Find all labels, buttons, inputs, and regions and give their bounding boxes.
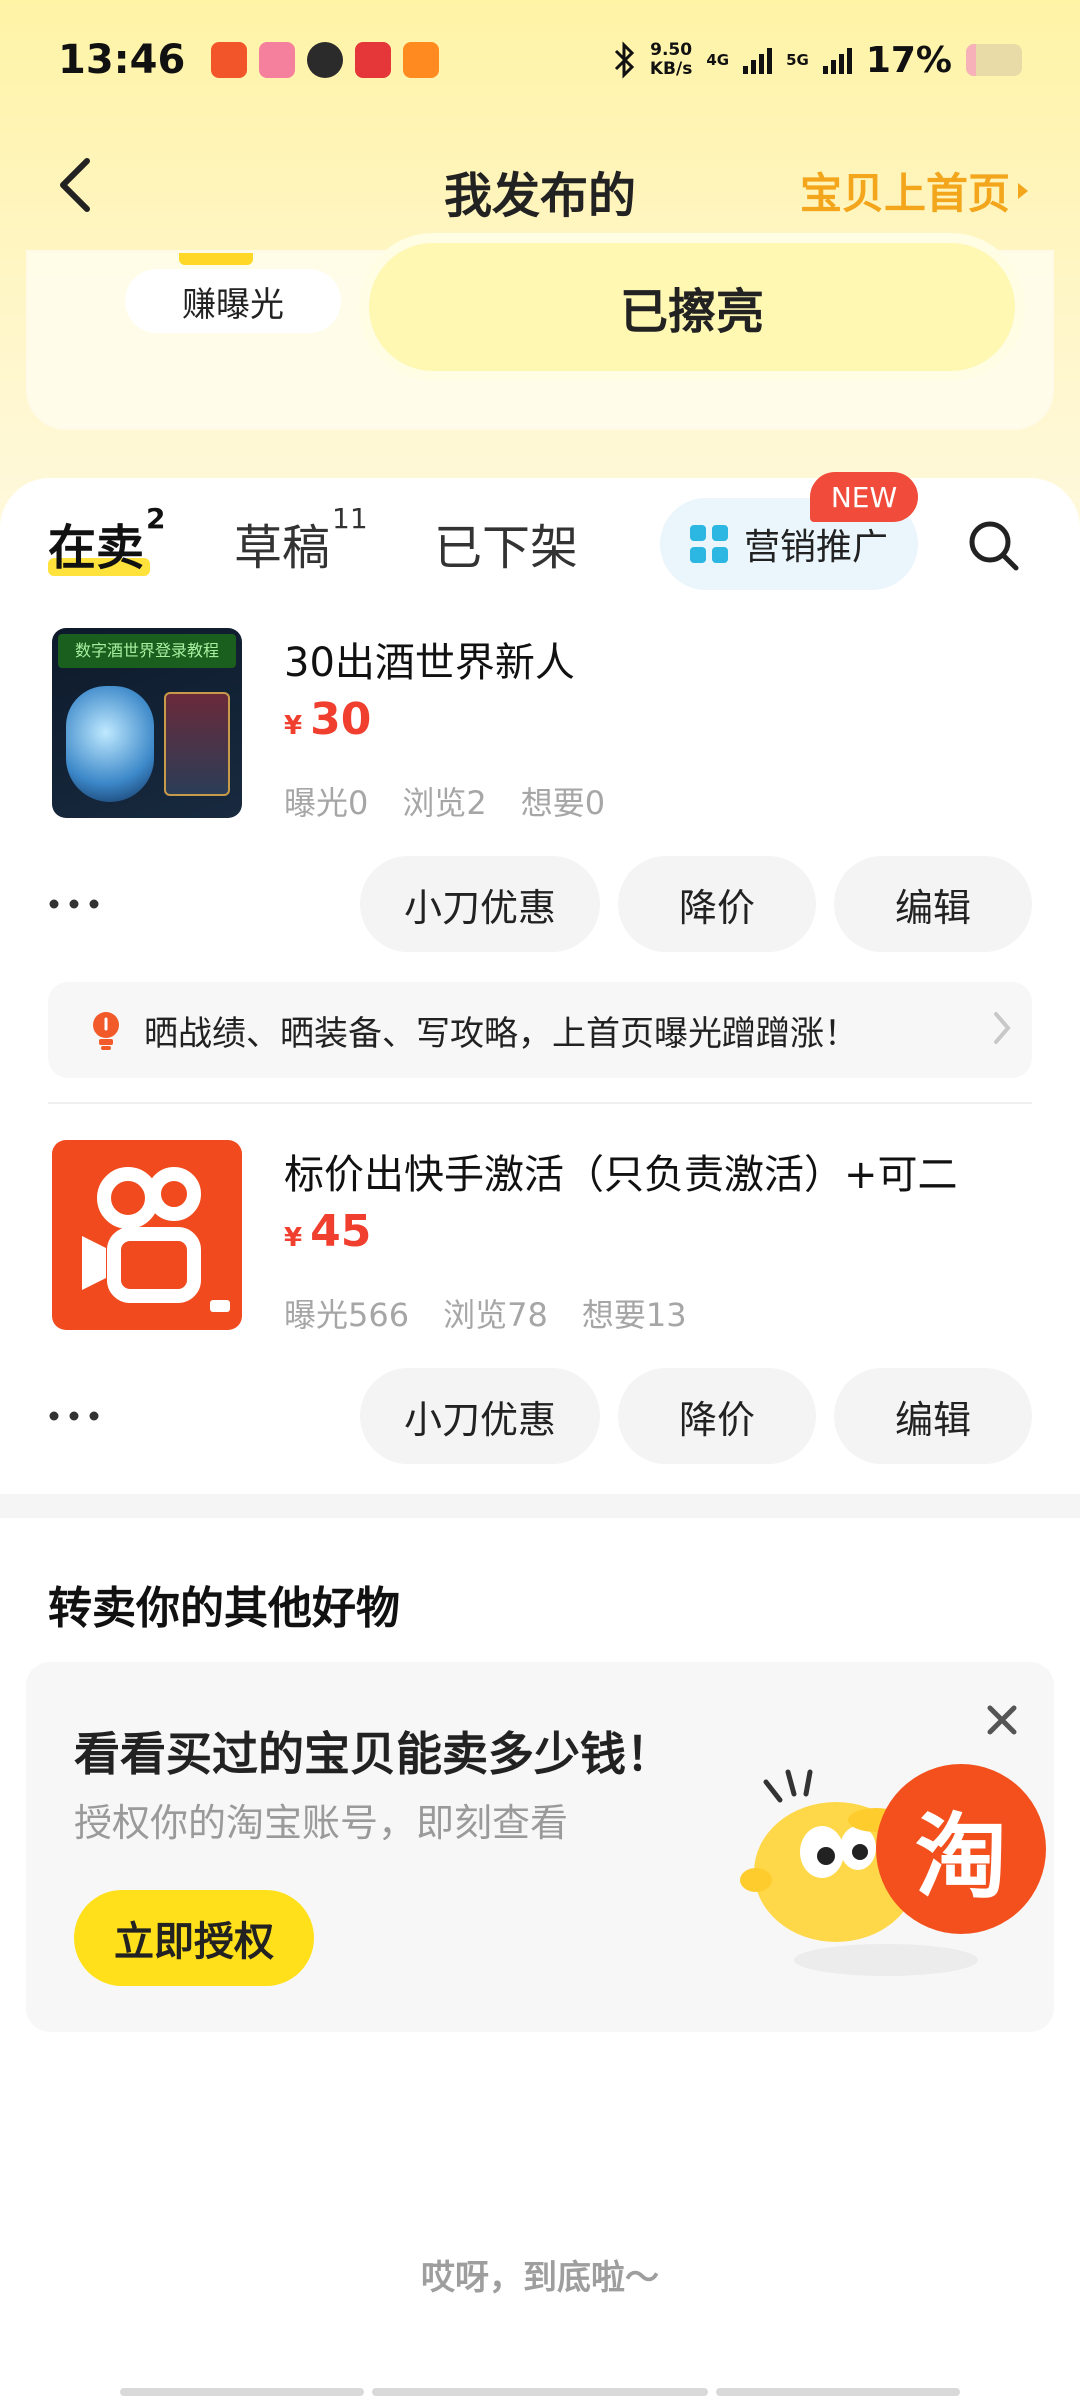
- nav-bar: 我发布的 宝贝上首页: [0, 130, 1080, 240]
- triangle-right-icon: [1018, 182, 1028, 199]
- edit-button[interactable]: 编辑: [834, 1368, 1032, 1464]
- item-divider: [48, 1102, 1032, 1104]
- status-bar: 13:46 9.50 KB/s 4G 5G 17%: [0, 0, 1080, 120]
- promo-tag-accent: [179, 253, 253, 265]
- gesture-bar-segment: [372, 2388, 708, 2396]
- signal-bars-icon-2: [822, 46, 852, 74]
- new-badge: NEW: [810, 472, 918, 522]
- app-notification-icon: [211, 42, 248, 78]
- search-button[interactable]: [962, 514, 1026, 578]
- item-title[interactable]: 30出酒世界新人: [284, 630, 575, 688]
- small-discount-button[interactable]: 小刀优惠: [360, 1368, 600, 1464]
- tip-text: 晒战绩、晒装备、写攻略，上首页曝光蹭蹭涨！: [144, 1013, 858, 1054]
- exposure-promo-card: 赚曝光 已擦亮: [26, 233, 1054, 430]
- polished-button[interactable]: 已擦亮: [359, 233, 1025, 381]
- earn-exposure-button[interactable]: 赚曝光: [125, 269, 341, 333]
- end-of-list-text: 哎呀，到底啦～: [421, 2258, 659, 2298]
- edit-button[interactable]: 编辑: [834, 856, 1032, 952]
- home-page-link-label: 宝贝上首页: [799, 169, 1010, 218]
- item-price: ¥30: [284, 694, 372, 745]
- close-button[interactable]: [980, 1698, 1024, 1742]
- kuaishou-logo-icon: [82, 1167, 230, 1312]
- pay-notification-icon: [355, 42, 392, 78]
- listing-item[interactable]: 标价出快手激活（只负责激活）+可二 ¥45 曝光566 浏览78 想要13 小刀…: [48, 1140, 1032, 1470]
- reduce-price-button[interactable]: 降价: [618, 1368, 816, 1464]
- item-stats: 曝光566 浏览78 想要13: [284, 1290, 687, 1336]
- status-time: 13:46: [58, 37, 186, 83]
- signal-label-4g: 4G: [706, 51, 730, 69]
- stat-wants: 想要13: [581, 1296, 687, 1334]
- shield-image: [66, 686, 154, 802]
- ellipsis-icon: [49, 1411, 99, 1421]
- listing-tabs: 在卖2 草稿11 已下架 营销推广 NEW: [0, 472, 1080, 598]
- item-stats: 曝光0 浏览2 想要0: [284, 778, 605, 824]
- product-thumbnail[interactable]: 数字酒世界登录教程: [52, 628, 242, 818]
- more-options-button[interactable]: [48, 886, 108, 926]
- qq-notification-icon: [307, 42, 344, 78]
- signal-label-5g: 5G: [786, 51, 809, 69]
- tab-off-shelf[interactable]: 已下架: [434, 508, 578, 578]
- stat-views: 浏览2: [402, 784, 487, 822]
- item-title[interactable]: 标价出快手激活（只负责激活）+可二: [284, 1142, 958, 1200]
- product-thumbnail[interactable]: [52, 1140, 242, 1330]
- auth-card-title: 看看买过的宝贝能卖多少钱！: [74, 1727, 672, 1781]
- home-page-link[interactable]: 宝贝上首页: [800, 160, 1030, 221]
- signal-bars-icon: [743, 46, 773, 74]
- battery-percent: 17%: [865, 39, 952, 81]
- tab-selling[interactable]: 在卖2: [48, 502, 166, 578]
- notification-icons: [211, 42, 440, 78]
- taobao-badge-icon: 淘: [876, 1764, 1046, 1934]
- tip-banner[interactable]: 晒战绩、晒装备、写攻略，上首页曝光蹭蹭涨！: [48, 982, 1032, 1078]
- battery-icon: [966, 44, 1022, 76]
- listing-item[interactable]: 数字酒世界登录教程 30出酒世界新人 ¥30 曝光0 浏览2 想要0 小刀优惠 …: [48, 628, 1032, 1088]
- bluetooth-icon: [614, 41, 634, 79]
- stat-views: 浏览78: [443, 1296, 548, 1334]
- lightbulb-icon: [93, 1012, 119, 1050]
- game-card-image: [164, 692, 230, 796]
- stat-exposure: 曝光566: [284, 1296, 410, 1334]
- taobao-mascot-illustration: 淘: [726, 1742, 1056, 1992]
- stat-wants: 想要0: [520, 784, 606, 822]
- search-icon: [969, 521, 1019, 571]
- tab-promotion-label: 营销推广: [743, 527, 888, 568]
- chevron-right-icon: [994, 1012, 1011, 1044]
- small-discount-button[interactable]: 小刀优惠: [360, 856, 600, 952]
- ellipsis-icon: [49, 899, 99, 909]
- item-price: ¥45: [284, 1206, 372, 1257]
- close-icon: [987, 1705, 1017, 1735]
- reduce-price-button[interactable]: 降价: [618, 856, 816, 952]
- taobao-auth-card: 看看买过的宝贝能卖多少钱！ 授权你的淘宝账号，即刻查看 立即授权 淘: [26, 1662, 1054, 2032]
- thumbnail-banner-text: 数字酒世界登录教程: [58, 634, 236, 668]
- more-options-button[interactable]: [48, 1398, 108, 1438]
- auth-card-subtitle: 授权你的淘宝账号，即刻查看: [74, 1801, 569, 1845]
- gesture-bar-segment: [716, 2388, 960, 2396]
- status-indicators: 9.50 KB/s 4G 5G 17%: [612, 40, 1022, 81]
- authorize-button[interactable]: 立即授权: [74, 1890, 314, 1986]
- gesture-bar-segment: [120, 2388, 364, 2396]
- grid-icon: [689, 525, 728, 563]
- tab-drafts-count: 11: [332, 502, 368, 535]
- bilibili-notification-icon: [259, 42, 296, 78]
- stat-exposure: 曝光0: [284, 784, 369, 822]
- app-notification-icon-2: [403, 42, 440, 78]
- tab-drafts[interactable]: 草稿11: [234, 502, 368, 578]
- resell-section-title: 转卖你的其他好物: [48, 1583, 400, 1634]
- section-separator: [0, 1494, 1080, 1518]
- network-speed: 9.50 KB/s: [649, 40, 693, 79]
- tab-selling-count: 2: [146, 502, 166, 535]
